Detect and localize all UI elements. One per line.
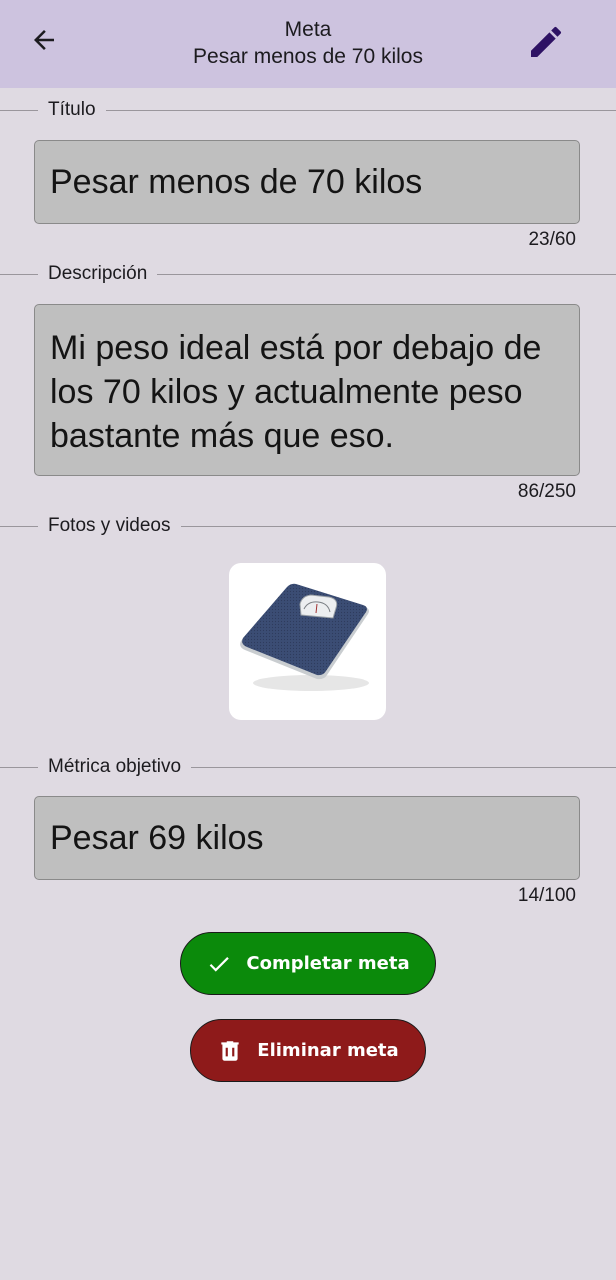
bathroom-scale-image [240,583,369,691]
section-label-metrica: Métrica objetivo [38,755,192,779]
trash-icon [217,1038,243,1064]
section-descripcion: Descripción [0,262,616,286]
page-subtitle: Pesar menos de 70 kilos [193,45,423,68]
description-field[interactable]: Mi peso ideal está por debajo de los 70 … [34,304,580,476]
section-label-descripcion: Descripción [38,262,158,286]
complete-goal-button[interactable]: Completar meta [180,932,436,995]
app-bar: Meta Pesar menos de 70 kilos [0,0,616,88]
metric-counter: 14/100 [517,885,576,906]
back-button[interactable] [22,20,66,60]
title-field[interactable]: Pesar menos de 70 kilos [34,140,580,224]
check-icon [206,951,232,977]
edit-button[interactable] [522,18,570,66]
section-label-titulo: Título [38,98,106,122]
delete-goal-label: Eliminar meta [257,1040,399,1061]
section-label-fotos: Fotos y videos [38,514,181,538]
section-fotos: Fotos y videos [0,514,616,538]
description-counter: 86/250 [517,481,576,502]
metric-field[interactable]: Pesar 69 kilos [34,796,580,880]
delete-goal-button[interactable]: Eliminar meta [190,1019,426,1082]
complete-goal-label: Completar meta [246,953,410,974]
arrow-back-icon [34,30,54,50]
section-titulo: Título [0,98,616,122]
pencil-icon [531,26,562,57]
title-counter: 23/60 [528,229,576,250]
photo-thumbnail[interactable] [229,563,386,720]
section-metrica: Métrica objetivo [0,755,616,779]
page-title: Meta [284,18,332,41]
